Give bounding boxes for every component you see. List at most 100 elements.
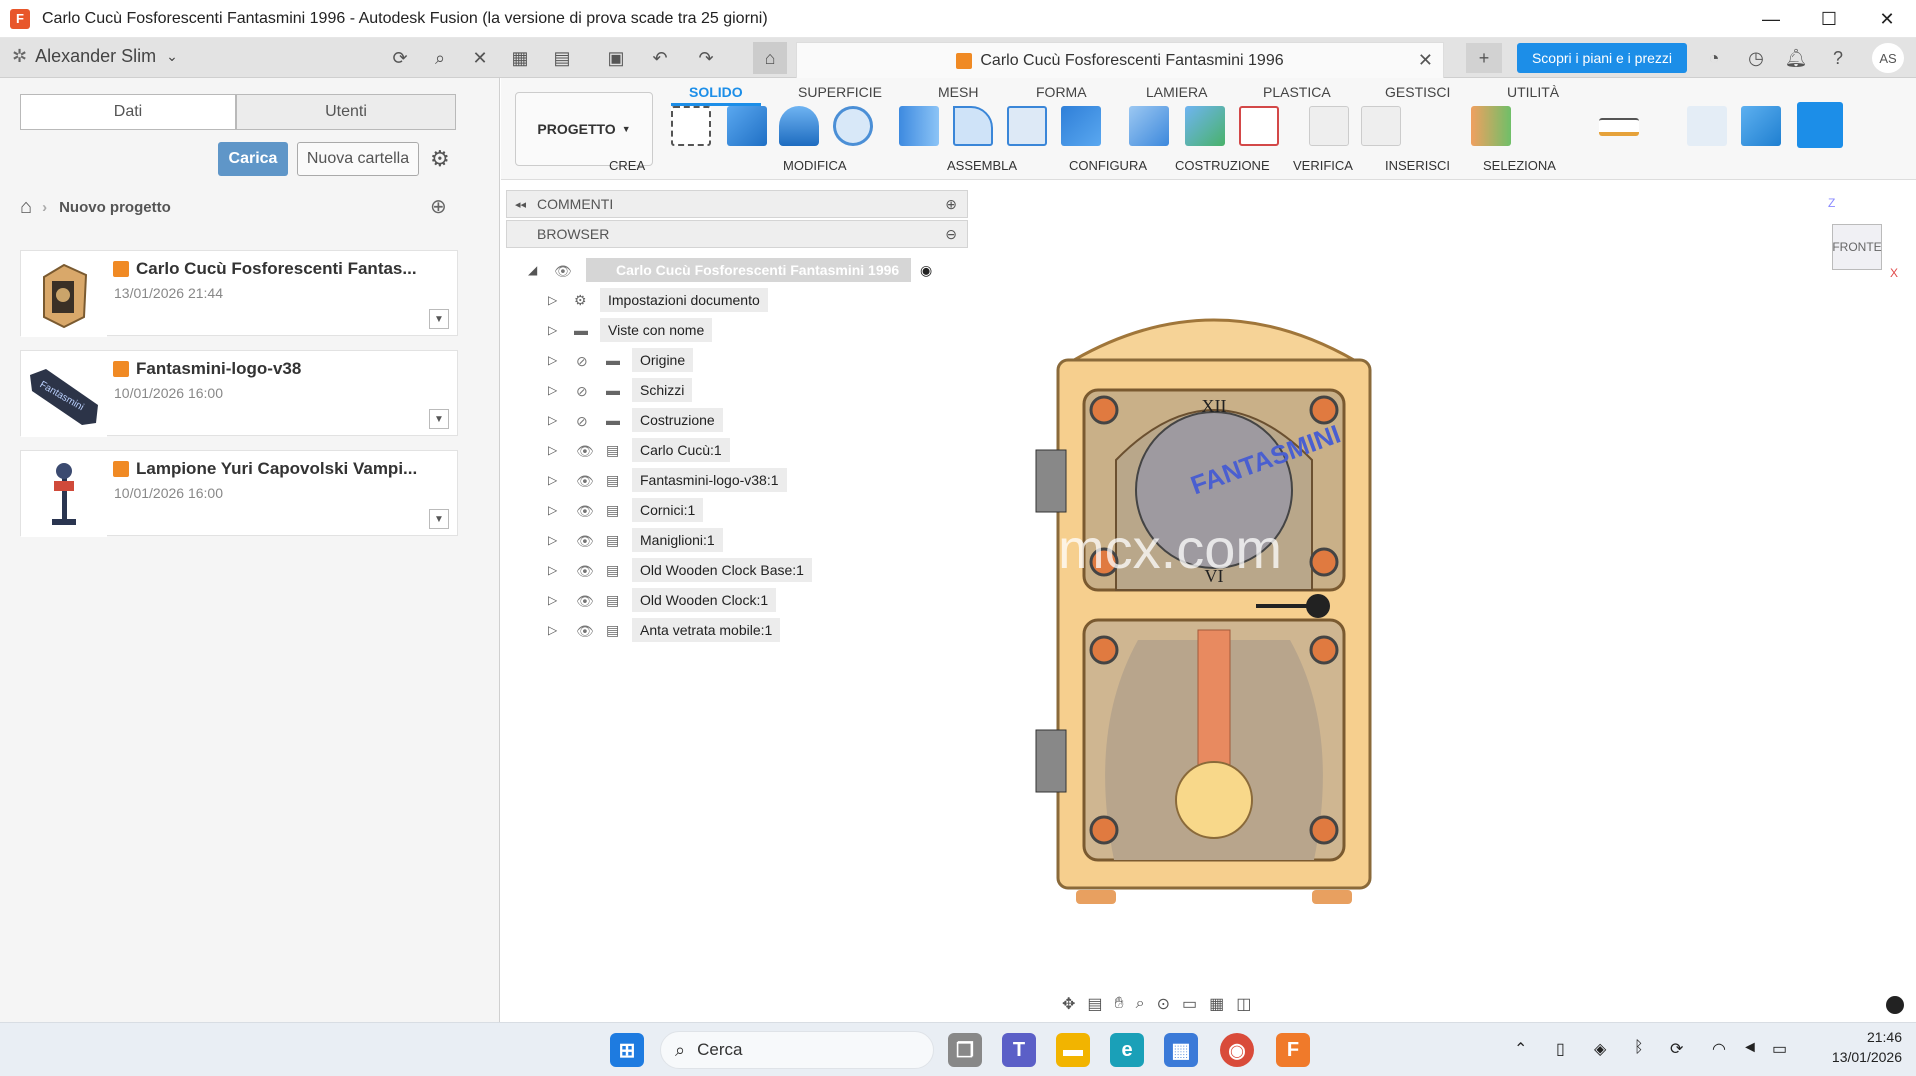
eye-icon[interactable]: 👁︎: [554, 263, 574, 279]
tab-superficie[interactable]: SUPERFICIE: [798, 84, 882, 100]
new-tab-icon[interactable]: +: [1466, 43, 1502, 73]
redo-icon[interactable]: ↷: [694, 46, 718, 70]
refresh-icon[interactable]: ⟳: [388, 46, 412, 70]
tree-item[interactable]: ▷ 👁︎ ▤ Old Wooden Clock Base:1: [548, 557, 848, 583]
eye-icon[interactable]: 👁︎: [576, 473, 596, 489]
avatar[interactable]: AS: [1872, 43, 1904, 73]
collapse-icon[interactable]: ◂◂: [515, 198, 526, 211]
expand-arrow-icon[interactable]: ▷: [548, 413, 562, 427]
battery-icon[interactable]: ▭: [1772, 1039, 1787, 1059]
sketch-icon[interactable]: [671, 106, 711, 146]
fusion-taskbar-icon[interactable]: F: [1276, 1033, 1310, 1067]
hole-icon[interactable]: [833, 106, 873, 146]
tab-utenti[interactable]: Utenti: [236, 94, 456, 130]
tree-item[interactable]: ▷ 👁︎ ▤ Carlo Cucù:1: [548, 437, 848, 463]
insert-derive-icon[interactable]: [1687, 106, 1727, 146]
job-status-icon[interactable]: ◷: [1744, 46, 1768, 70]
gear-icon[interactable]: ⚙: [430, 146, 450, 172]
add-comment-icon[interactable]: ⊕: [945, 196, 957, 213]
upload-button[interactable]: Carica: [218, 142, 288, 176]
extrude-icon[interactable]: [727, 106, 767, 146]
fillet-icon[interactable]: [953, 106, 993, 146]
eye-icon[interactable]: 👁︎: [576, 503, 596, 519]
tree-item[interactable]: ▷ ▬ Viste con nome: [548, 317, 848, 343]
insert-image-icon[interactable]: [1741, 106, 1781, 146]
tab-utilita[interactable]: UTILITÀ: [1507, 84, 1559, 100]
tree-item[interactable]: ▷ 👁︎ ▤ Fantasmini-logo-v38:1: [548, 467, 848, 493]
collapse-arrow-icon[interactable]: ◢: [528, 263, 542, 277]
tree-item[interactable]: ▷ ⊘ ▬ Costruzione: [548, 407, 848, 433]
tree-item[interactable]: ▷ ⊘ ▬ Origine: [548, 347, 848, 373]
tree-root[interactable]: ◢ 👁︎ Carlo Cucù Fosforescenti Fantasmini…: [528, 257, 948, 283]
radio-icon[interactable]: ◉: [920, 262, 932, 279]
globe-icon[interactable]: ⊕: [430, 194, 447, 219]
list-item[interactable]: Fantasmini Fantasmini-logo-v38 10/01/202…: [20, 350, 458, 437]
chrome-icon[interactable]: ◉: [1220, 1033, 1254, 1067]
item-menu-button[interactable]: ▼: [429, 309, 449, 329]
browser-header[interactable]: BROWSER ⊖: [506, 220, 968, 248]
display-settings-icon[interactable]: ▭: [1182, 994, 1197, 1014]
expand-arrow-icon[interactable]: ▷: [548, 353, 562, 367]
tab-lamiera[interactable]: LAMIERA: [1146, 84, 1207, 100]
tree-item[interactable]: ▷ ⚙ Impostazioni documento: [548, 287, 848, 313]
expand-arrow-icon[interactable]: ▷: [548, 503, 562, 517]
expand-arrow-icon[interactable]: ▷: [548, 443, 562, 457]
eye-icon[interactable]: 👁︎: [576, 593, 596, 609]
config-table-icon[interactable]: [1361, 106, 1401, 146]
grid-icon[interactable]: ▦: [1209, 994, 1224, 1014]
help-icon[interactable]: ?: [1826, 46, 1850, 70]
tree-item[interactable]: ▷ ⊘ ▬ Schizzi: [548, 377, 848, 403]
document-tab[interactable]: Carlo Cucù Fosforescenti Fantasmini 1996…: [796, 42, 1444, 78]
plane-icon[interactable]: [1471, 106, 1511, 146]
tab-dati[interactable]: Dati: [20, 94, 236, 130]
comments-header[interactable]: ◂◂ COMMENTI ⊕: [506, 190, 968, 218]
eye-icon[interactable]: 👁︎: [576, 563, 596, 579]
clock[interactable]: 21:46 13/01/2026: [1818, 1029, 1902, 1065]
tree-item[interactable]: ▷ 👁︎ ▤ Old Wooden Clock:1: [548, 587, 848, 613]
shell-icon[interactable]: [1007, 106, 1047, 146]
list-item[interactable]: Carlo Cucù Fosforescenti Fantas... 13/01…: [20, 250, 458, 337]
eye-hidden-icon[interactable]: ⊘: [576, 413, 596, 429]
usb-icon[interactable]: ▯: [1556, 1039, 1565, 1059]
group-configura[interactable]: CONFIGURA: [1069, 158, 1147, 173]
maximize-button[interactable]: ☐: [1800, 0, 1858, 38]
tab-forma[interactable]: FORMA: [1036, 84, 1087, 100]
look-at-icon[interactable]: ▤: [1087, 994, 1102, 1014]
group-costruzione[interactable]: COSTRUZIONE: [1175, 158, 1270, 173]
revolve-icon[interactable]: [779, 106, 819, 146]
minimize-button[interactable]: —: [1742, 0, 1800, 38]
item-menu-button[interactable]: ▼: [429, 409, 449, 429]
configure-icon[interactable]: [1309, 106, 1349, 146]
joint-icon[interactable]: [1129, 106, 1169, 146]
tab-plastica[interactable]: PLASTICA: [1263, 84, 1331, 100]
expand-arrow-icon[interactable]: ▷: [548, 563, 562, 577]
close-panel-icon[interactable]: ✕: [468, 46, 492, 70]
app-grid-icon[interactable]: ▦: [508, 46, 532, 70]
breadcrumb-project[interactable]: Nuovo progetto: [59, 199, 171, 216]
pan-icon[interactable]: ✋︎: [1115, 995, 1124, 1013]
save-icon[interactable]: ▣: [604, 46, 628, 70]
group-inserisci[interactable]: INSERISCI: [1385, 158, 1450, 173]
group-crea[interactable]: CREA: [609, 158, 645, 173]
view-cube-front[interactable]: FRONTE: [1832, 224, 1882, 270]
combine-icon[interactable]: [1061, 106, 1101, 146]
eye-hidden-icon[interactable]: ⊘: [576, 353, 596, 369]
eye-hidden-icon[interactable]: ⊘: [576, 383, 596, 399]
tree-item[interactable]: ▷ 👁︎ ▤ Maniglioni:1: [548, 527, 848, 553]
user-menu[interactable]: ✲ Alexander Slim ⌄: [12, 46, 178, 67]
select-icon[interactable]: [1797, 102, 1843, 148]
collapse-browser-icon[interactable]: ⊖: [945, 226, 957, 243]
orbit-icon[interactable]: ✥: [1062, 994, 1075, 1014]
as-built-joint-icon[interactable]: [1239, 106, 1279, 146]
bluetooth-icon[interactable]: ᛒ: [1634, 1039, 1644, 1057]
list-item[interactable]: Lampione Yuri Capovolski Vampi... 10/01/…: [20, 450, 458, 537]
fit-icon[interactable]: ⊙: [1157, 994, 1170, 1014]
clock-model[interactable]: XII VI FANTASMINI: [1028, 300, 1400, 910]
item-menu-button[interactable]: ▼: [429, 509, 449, 529]
start-icon[interactable]: ⊞: [610, 1033, 644, 1067]
expand-arrow-icon[interactable]: ▷: [548, 533, 562, 547]
zoom-icon[interactable]: ⌕: [1136, 995, 1145, 1013]
press-pull-icon[interactable]: [899, 106, 939, 146]
notifications-icon[interactable]: 🔔︎: [1784, 46, 1808, 70]
expand-arrow-icon[interactable]: ▷: [548, 593, 562, 607]
